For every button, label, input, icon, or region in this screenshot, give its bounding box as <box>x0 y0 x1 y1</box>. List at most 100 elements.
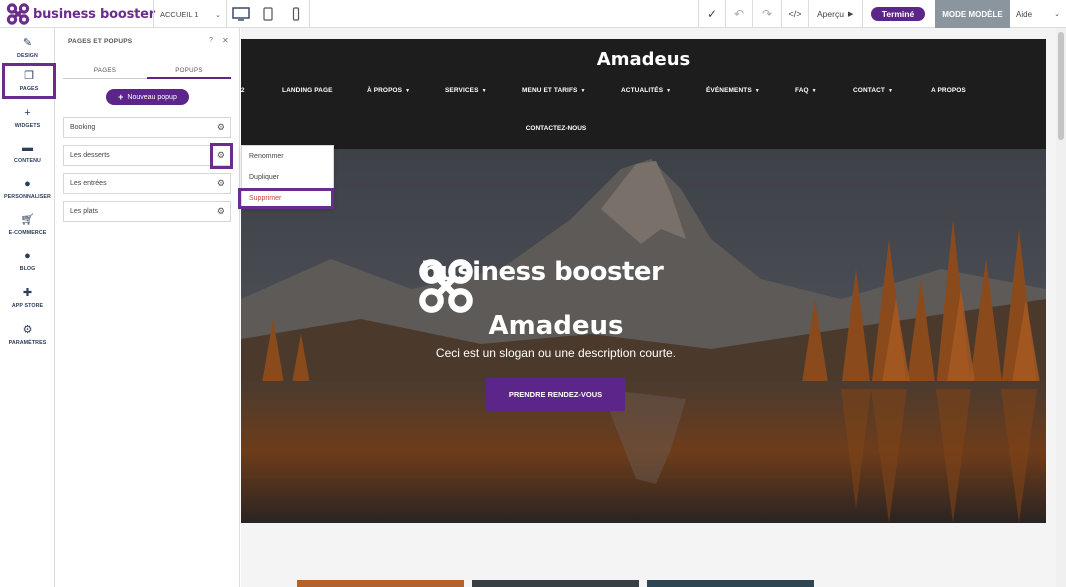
cart-icon: 🛒︎ <box>20 214 35 226</box>
nav-item-faq[interactable]: FAQ ▼ <box>795 87 817 94</box>
nav-item-landing-page[interactable]: LANDING PAGE <box>282 87 333 94</box>
highlight-box <box>210 143 233 169</box>
nav-label: FAQ <box>795 87 809 94</box>
content-card[interactable] <box>472 580 639 587</box>
sidebar-item-widgets[interactable]: + WIDGETS <box>0 100 55 136</box>
preview-button[interactable]: Aperçu ▶ <box>817 0 853 28</box>
tab-popups[interactable]: POPUPS <box>147 67 231 74</box>
left-sidebar: ✎ DESIGN ❐ PAGES + WIDGETS ▬ CONTENU ● P… <box>0 28 56 587</box>
brand-logo-icon <box>419 259 473 313</box>
done-button[interactable]: Terminé <box>871 7 925 21</box>
sidebar-item-settings[interactable]: ⚙ PARAMÈTRES <box>0 317 55 353</box>
list-item[interactable]: Les entrées ⚙ <box>63 173 231 194</box>
new-popup-label: Nouveau popup <box>127 93 177 101</box>
menu-item-rename[interactable]: Renommer <box>242 146 335 167</box>
brand-logo[interactable]: business booster <box>6 3 155 25</box>
brush-icon: ✎ <box>22 37 33 49</box>
mobile-icon <box>292 7 300 21</box>
desktop-view-button[interactable] <box>227 0 255 28</box>
nav-item-contact[interactable]: CONTACT ▼ <box>853 87 893 94</box>
sidebar-item-pages[interactable]: ❐ PAGES <box>2 63 56 99</box>
help-label: Aide <box>1016 9 1033 19</box>
sidebar-item-app-store[interactable]: ✚ APP STORE <box>0 280 55 316</box>
sidebar-item-label: PERSONNALISER <box>4 194 51 200</box>
pages-icon: ❐ <box>24 70 34 82</box>
chevron-down-icon: ▼ <box>580 88 586 94</box>
code-button[interactable]: </> <box>782 0 808 28</box>
nav-label: MENU ET TARIFS <box>522 87 578 94</box>
chat-icon: ● <box>24 250 31 262</box>
new-popup-button[interactable]: + Nouveau popup <box>106 89 189 105</box>
sidebar-item-label: PARAMÈTRES <box>8 340 47 346</box>
nav-item-news[interactable]: ACTUALITÉS ▼ <box>621 87 671 94</box>
help-menu[interactable]: Aide ⌄ <box>1016 0 1062 28</box>
divider <box>808 0 809 28</box>
hero-logo[interactable]: business booster <box>417 257 664 313</box>
validate-button[interactable]: ✓ <box>699 0 725 28</box>
nav-item-about[interactable]: À PROPOS ▼ <box>367 87 410 94</box>
list-item[interactable]: Les plats ⚙ <box>63 201 231 222</box>
nav-label: À PROPOS <box>367 87 403 94</box>
mobile-view-button[interactable] <box>282 0 310 28</box>
chevron-down-icon: ▼ <box>811 88 817 94</box>
close-icon[interactable]: ✕ <box>222 36 229 45</box>
sidebar-item-label: WIDGETS <box>14 123 41 129</box>
divider <box>862 0 863 28</box>
chevron-down-icon: ▼ <box>888 88 894 94</box>
gear-icon[interactable]: ⚙ <box>217 178 225 189</box>
check-icon: ✓ <box>706 7 718 21</box>
sidebar-item-ecommerce[interactable]: 🛒︎ E-COMMERCE <box>0 207 55 243</box>
chevron-down-icon: ▼ <box>666 88 672 94</box>
list-item[interactable]: Les desserts ⚙ <box>63 145 231 166</box>
menu-item-duplicate[interactable]: Dupliquer <box>242 167 335 188</box>
scroll-thumb[interactable] <box>1058 32 1064 140</box>
brand-name: business booster <box>33 6 155 22</box>
divider <box>309 0 310 28</box>
nav-item-contact-us[interactable]: CONTACTEZ-NOUS <box>241 125 871 132</box>
undo-button[interactable]: ↶ <box>726 0 752 28</box>
folder-icon: ▬ <box>22 142 33 154</box>
help-icon[interactable]: ? <box>209 37 213 44</box>
hero-slogan[interactable]: Ceci est un slogan ou une description co… <box>241 346 871 360</box>
hero-title[interactable]: Amadeus <box>241 311 871 341</box>
desktop-icon <box>232 7 250 21</box>
redo-button[interactable]: ↷ <box>753 0 781 28</box>
undo-icon: ↶ <box>733 7 745 21</box>
popup-name: Booking <box>70 124 96 131</box>
plus-icon: + <box>24 107 31 119</box>
content-card[interactable] <box>297 580 464 587</box>
chevron-down-icon: ▼ <box>405 88 411 94</box>
sidebar-item-content[interactable]: ▬ CONTENU <box>0 135 55 171</box>
code-icon: </> <box>788 9 802 19</box>
nav-item-services[interactable]: SERVICES ▼ <box>445 87 487 94</box>
page-selector[interactable]: ACCUEIL 1 ⌄ <box>154 0 226 28</box>
nav-item-menu[interactable]: MENU ET TARIFS ▼ <box>522 87 586 94</box>
user-icon: ● <box>24 178 31 190</box>
tablet-view-button[interactable] <box>254 0 282 28</box>
page-selector-value: ACCUEIL 1 <box>160 9 199 19</box>
sidebar-item-design[interactable]: ✎ DESIGN <box>0 30 55 66</box>
sidebar-item-customize[interactable]: ● PERSONNALISER <box>0 171 55 207</box>
site-title[interactable]: Amadeus <box>241 49 1046 70</box>
site-header: Amadeus L 2 LANDING PAGE À PROPOS▼ SERVI… <box>235 39 1046 149</box>
template-mode-button[interactable]: MODE MODÈLE <box>935 0 1010 28</box>
play-icon: ▶ <box>847 11 854 18</box>
content-card[interactable] <box>647 580 814 587</box>
nav-label: CONTACT <box>853 87 885 94</box>
hero-section: business booster Amadeus Ceci est un slo… <box>241 149 1046 523</box>
sidebar-item-label: CONTENU <box>14 158 41 164</box>
gear-icon[interactable]: ⚙ <box>217 122 225 133</box>
list-item[interactable]: Booking ⚙ <box>63 117 231 138</box>
preview-scrollbar[interactable] <box>1056 28 1066 587</box>
nav-item-a-propos[interactable]: A PROPOS <box>931 87 966 94</box>
panel-title: PAGES ET POPUPS <box>68 38 133 45</box>
brand-logo-icon <box>6 3 30 25</box>
popup-name: Les plats <box>70 208 99 215</box>
nav-item-events[interactable]: ÉVÉNEMENTS ▼ <box>706 87 760 94</box>
gear-icon[interactable]: ⚙ <box>217 206 225 217</box>
book-appointment-button[interactable]: PRENDRE RENDEZ-VOUS <box>486 378 625 411</box>
nav-label: SERVICES <box>445 87 479 94</box>
sidebar-item-blog[interactable]: ● BLOG <box>0 243 55 279</box>
tab-pages[interactable]: PAGES <box>63 67 147 74</box>
preview-label: Aperçu <box>817 9 844 19</box>
